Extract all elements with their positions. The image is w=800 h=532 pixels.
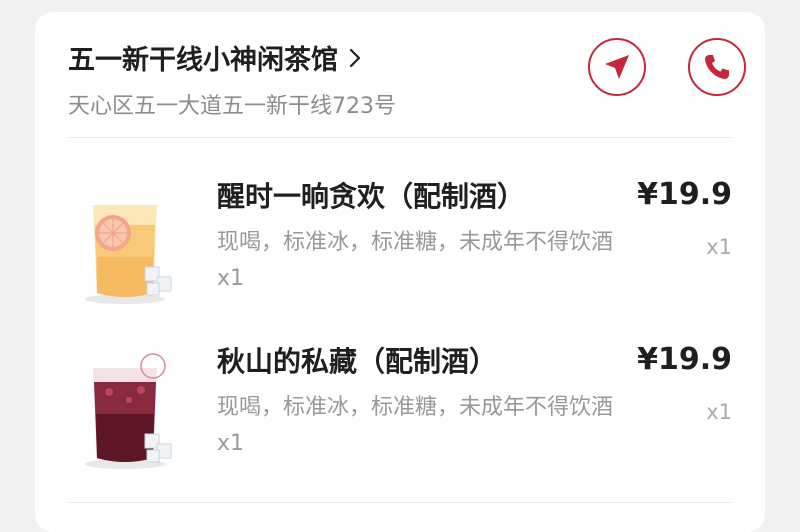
item-price: ¥19.9	[637, 342, 732, 377]
drink-thumbnail-berry	[85, 353, 172, 469]
phone-icon	[705, 55, 729, 79]
shop-name: 五一新干线小神闲茶馆	[68, 45, 338, 76]
item-quantity: x1	[706, 400, 732, 424]
header-divider	[68, 137, 733, 138]
chevron-right-icon	[349, 48, 361, 67]
item-price: ¥19.9	[637, 177, 732, 212]
order-card: 五一新干线小神闲茶馆 天心区五一大道五一新干线723号 醒时一晌贪欢（配制酒） …	[35, 12, 765, 532]
order-item[interactable]: 醒时一晌贪欢（配制酒） 现喝，标准冰，标准糖，未成年不得饮酒x1 ¥19.9 x…	[35, 167, 765, 317]
shop-name-link[interactable]: 五一新干线小神闲茶馆	[68, 38, 362, 77]
item-name: 秋山的私藏（配制酒）	[217, 345, 498, 378]
shop-header: 五一新干线小神闲茶馆 天心区五一大道五一新干线723号	[35, 12, 765, 142]
order-item[interactable]: 秋山的私藏（配制酒） 现喝，标准冰，标准糖，未成年不得饮酒x1 ¥19.9 x1	[35, 332, 765, 482]
call-button[interactable]	[688, 38, 746, 96]
footer-divider	[68, 502, 733, 503]
shop-address: 天心区五一大道五一新干线723号	[68, 94, 396, 119]
navigate-button[interactable]	[588, 38, 646, 96]
item-name: 醒时一晌贪欢（配制酒）	[217, 180, 526, 213]
drink-thumbnail-grapefruit	[85, 205, 172, 304]
navigation-arrow-icon	[605, 55, 629, 79]
item-quantity: x1	[706, 235, 732, 259]
item-description: 现喝，标准冰，标准糖，未成年不得饮酒x1	[217, 395, 614, 456]
item-description: 现喝，标准冰，标准糖，未成年不得饮酒x1	[217, 230, 614, 291]
